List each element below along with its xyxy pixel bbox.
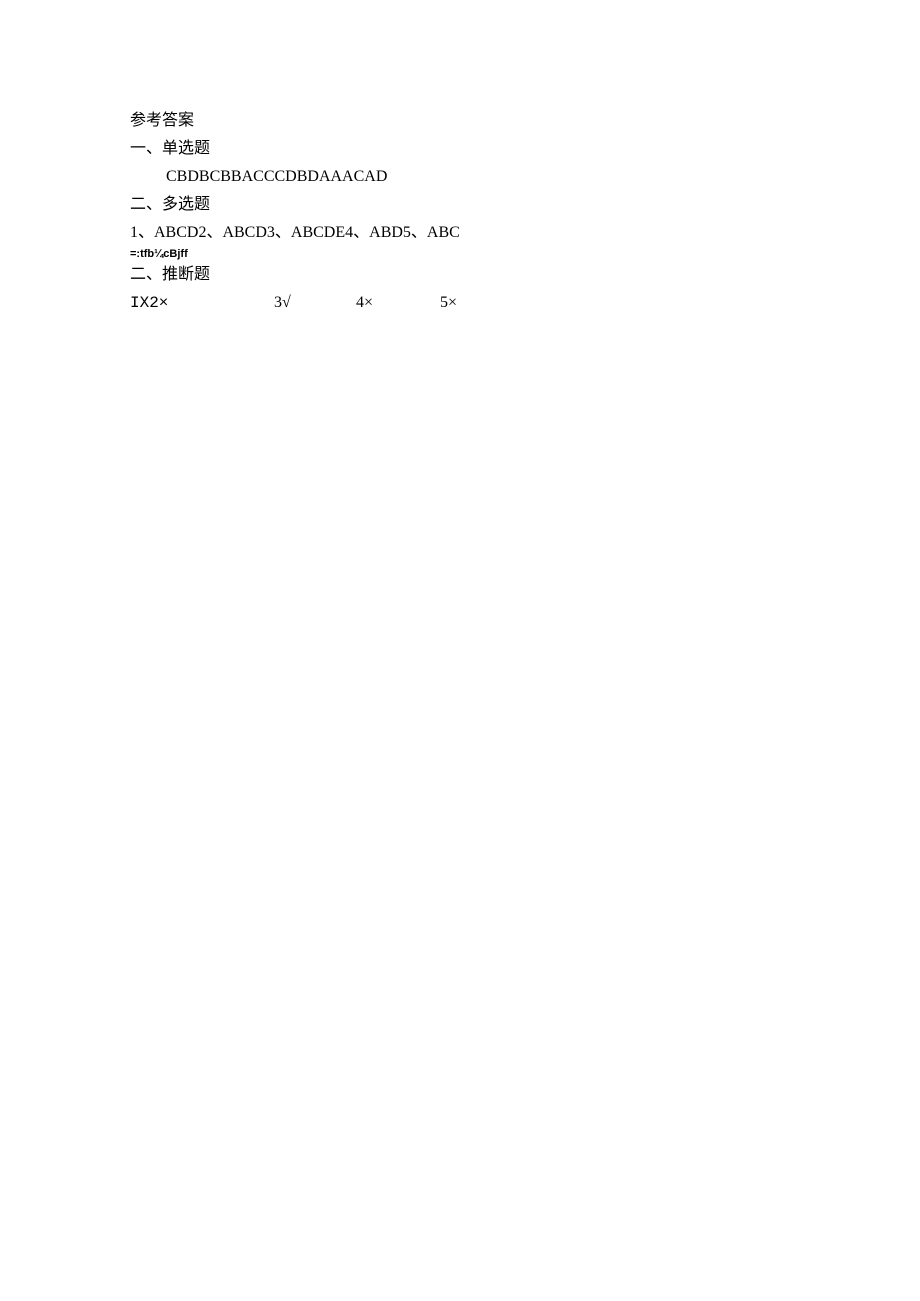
section-three-answers: IX2× 3√ 4× 5×: [130, 289, 790, 317]
section-two-heading: 二、多选题: [130, 191, 790, 219]
section-three-heading: 二、推断题: [130, 261, 790, 289]
judgment-item-2: 3√: [274, 289, 352, 317]
judgment-item-1: IX2×: [130, 289, 270, 317]
section-one-heading: 一、单选题: [130, 135, 790, 163]
judgment-item-3: 4×: [356, 289, 436, 317]
document-content: 参考答案 一、单选题 CBDBCBBACCCDBDAAACAD 二、多选题 1、…: [0, 0, 920, 317]
garbled-text: =:tfb¼cBjff: [130, 247, 790, 261]
section-one-answers: CBDBCBBACCCDBDAAACAD: [130, 163, 790, 191]
section-two-answers: 1、ABCD2、ABCD3、ABCDE4、ABD5、ABC: [130, 219, 790, 247]
page-title: 参考答案: [130, 107, 790, 135]
judgment-item-4: 5×: [440, 289, 500, 317]
